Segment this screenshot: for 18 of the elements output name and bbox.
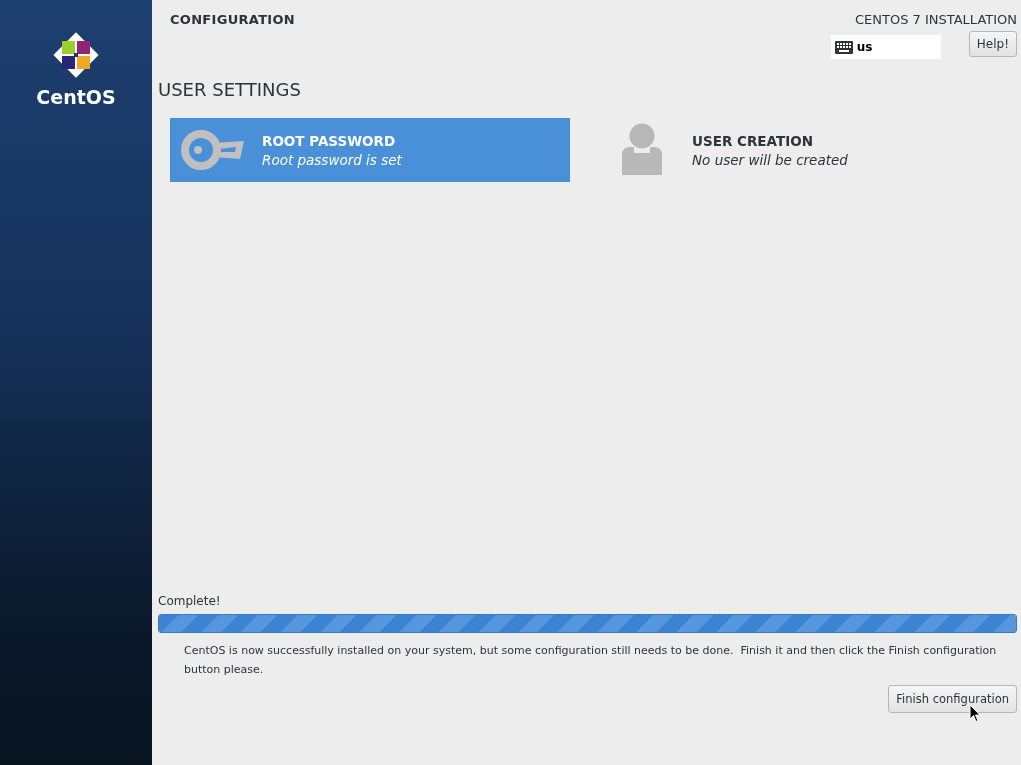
spoke-status: Root password is set xyxy=(262,151,402,168)
key-icon xyxy=(180,129,244,171)
settings-spoke[interactable]: USER CREATION No user will be created xyxy=(600,118,1000,182)
spoke-title: USER CREATION xyxy=(692,132,814,149)
logo-text: CentOS xyxy=(36,86,116,108)
finish-configuration-button[interactable]: Finish configuration xyxy=(888,685,1017,713)
keyboard-icon xyxy=(834,40,853,54)
help-button[interactable]: Help! xyxy=(968,31,1017,57)
product-title: CENTOS 7 INSTALLATION xyxy=(855,12,1017,27)
spoke-status: No user will be created xyxy=(692,151,848,168)
screen-title: CONFIGURATION xyxy=(170,12,295,29)
keyboard-layout-indicator[interactable]: us xyxy=(830,35,941,59)
spoke-title: ROOT PASSWORD xyxy=(262,132,397,149)
status-message: CentOS is now successfully installed on your system, but some configuration still needs to be done. Finish it and then click the Finish configuration button please. xyxy=(184,643,998,678)
progress-status: Complete! xyxy=(158,594,222,608)
section-title: USER SETTINGS xyxy=(158,79,302,100)
mouse-pointer-icon xyxy=(969,704,981,723)
keyboard-layout-label: us xyxy=(856,40,873,54)
